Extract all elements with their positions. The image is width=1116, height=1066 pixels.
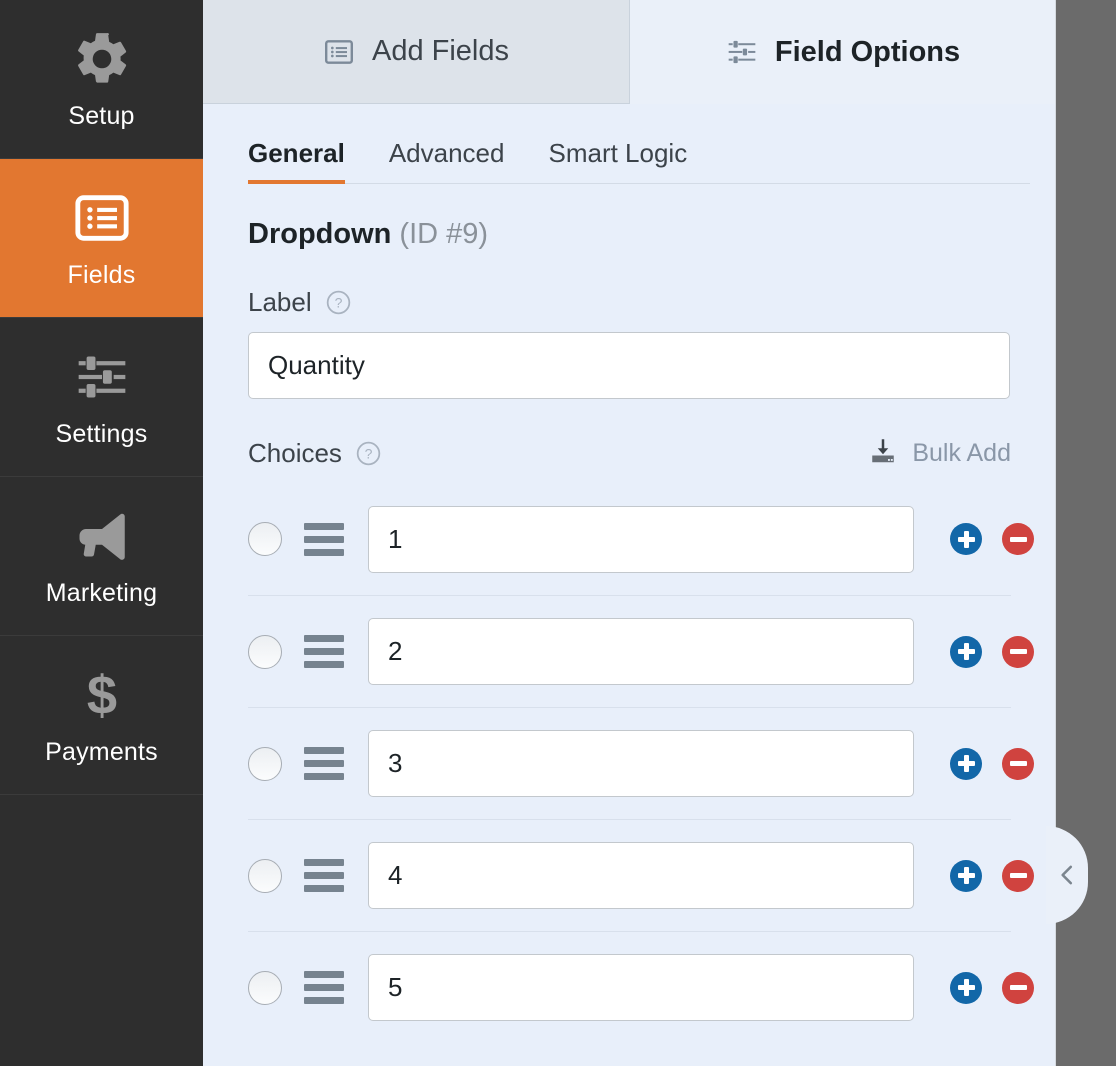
choice-input[interactable] [368,954,914,1021]
add-choice-button[interactable] [950,860,982,892]
label-caption-row: Label ? [248,287,1011,318]
choice-input[interactable] [368,618,914,685]
import-icon [868,436,898,471]
sidebar-item-label: Marketing [46,579,158,608]
help-circle-icon[interactable]: ? [326,290,351,315]
remove-choice-button[interactable] [1002,972,1034,1004]
drag-handle-icon[interactable] [304,747,344,780]
choice-default-radio[interactable] [248,859,282,893]
drag-handle-icon[interactable] [304,523,344,556]
panel-tabbar: Add Fields Field Options [203,0,1056,104]
chevron-left-icon [1054,858,1080,892]
sliders-icon [726,36,758,68]
remove-choice-button[interactable] [1002,523,1034,555]
choice-row [248,707,1011,819]
sidebar-item-label: Payments [45,738,158,767]
remove-choice-button[interactable] [1002,860,1034,892]
field-id: (ID #9) [399,218,488,250]
tab-label: Add Fields [372,35,509,68]
tab-field-options[interactable]: Field Options [630,0,1056,104]
sidebar-item-fields[interactable]: Fields [0,159,203,318]
svg-text:?: ? [334,295,342,311]
list-icon [71,187,133,249]
add-choice-button[interactable] [950,972,982,1004]
choice-default-radio[interactable] [248,747,282,781]
svg-text:?: ? [365,445,373,461]
choices-caption-row: Choices ? [248,433,1011,473]
drag-handle-icon[interactable] [304,971,344,1004]
sliders-icon [71,346,133,408]
panel-content: Dropdown (ID #9) Label ? Choices [203,218,1056,1043]
choice-row [248,595,1011,707]
field-options-panel: Add Fields Field Options General [203,0,1056,1066]
form-builder-screen: Setup Fields [0,0,1116,1066]
choice-default-radio[interactable] [248,522,282,556]
choice-row [248,483,1011,595]
help-circle-icon[interactable]: ? [356,441,381,466]
field-type-name: Dropdown [248,218,391,250]
choices-caption: Choices [248,438,342,469]
subtab-smart-logic[interactable]: Smart Logic [548,138,687,183]
subtab-bar: General Advanced Smart Logic [248,104,1030,184]
sidebar-item-payments[interactable]: $ Payments [0,636,203,795]
tab-add-fields[interactable]: Add Fields [203,0,630,104]
add-choice-button[interactable] [950,636,982,668]
drag-handle-icon[interactable] [304,859,344,892]
sidebar-item-label: Settings [56,420,148,449]
sidebar-item-settings[interactable]: Settings [0,318,203,477]
megaphone-icon [71,505,133,567]
choice-input[interactable] [368,842,914,909]
remove-choice-button[interactable] [1002,748,1034,780]
label-input[interactable] [248,332,1010,399]
choice-row [248,931,1011,1043]
sidebar-item-marketing[interactable]: Marketing [0,477,203,636]
collapse-panel-button[interactable] [1046,826,1088,924]
choice-row [248,819,1011,931]
sidebar-item-label: Fields [68,261,136,290]
choice-input[interactable] [368,730,914,797]
subtab-advanced[interactable]: Advanced [389,138,505,183]
sidebar-empty-area [0,795,203,1066]
svg-text:$: $ [86,666,116,726]
sidebar: Setup Fields [0,0,203,1066]
add-choice-button[interactable] [950,523,982,555]
sidebar-item-setup[interactable]: Setup [0,0,203,159]
subtab-general[interactable]: General [248,138,345,183]
add-choice-button[interactable] [950,748,982,780]
remove-choice-button[interactable] [1002,636,1034,668]
sidebar-item-label: Setup [68,102,134,131]
bulk-add-label: Bulk Add [912,439,1011,468]
choices-list [248,483,1011,1043]
choice-default-radio[interactable] [248,971,282,1005]
choice-input[interactable] [368,506,914,573]
bulk-add-button[interactable]: Bulk Add [868,436,1011,471]
gear-icon [71,28,133,90]
dollar-icon: $ [71,664,133,726]
label-caption: Label [248,287,312,318]
choice-default-radio[interactable] [248,635,282,669]
drag-handle-icon[interactable] [304,635,344,668]
list-panel-icon [323,36,355,68]
field-title: Dropdown (ID #9) [248,218,1011,251]
tab-label: Field Options [775,36,960,69]
